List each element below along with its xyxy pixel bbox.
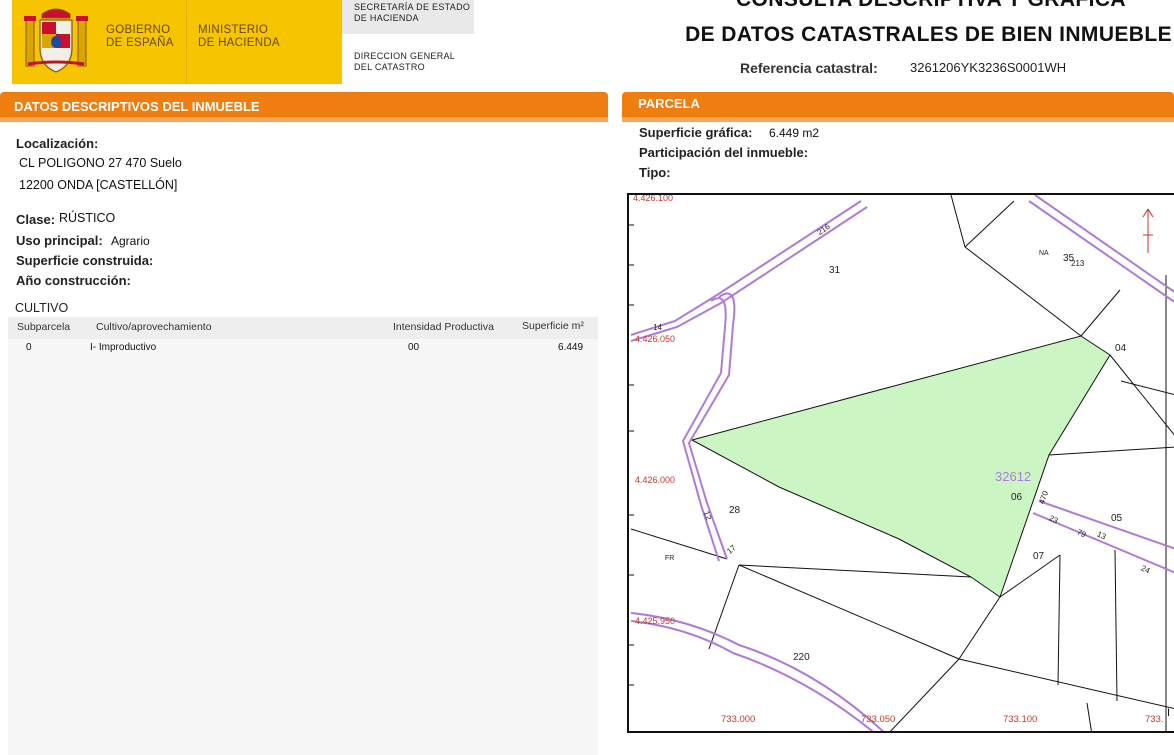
descriptivos-bar-shadow (0, 117, 608, 122)
parcel-number-31: 31 (829, 265, 841, 276)
y-coord-4426050: 4.426.050 (635, 334, 676, 344)
page-title-line2: DE DATOS CATASTRALES DE BIEN INMUEBLE (685, 23, 1172, 46)
direccion-line2: DEL CATASTRO (354, 62, 425, 72)
x-coord-733100: 733.100 (1003, 714, 1038, 725)
cell-cultivo: I- Improductivo (90, 342, 157, 353)
direccion-general-label: DIRECCION GENERAL DEL CATASTRO (354, 51, 455, 73)
ministerio-label: MINISTERIO DE HACIENDA (198, 24, 280, 50)
parcel-number-06: 06 (1011, 492, 1023, 503)
parcel-number-213: 213 (1071, 259, 1085, 268)
cell-intensidad: 00 (408, 342, 420, 353)
referencia-value: 3261206YK3236S0001WH (910, 60, 1067, 75)
col-subparcela: Subparcela (17, 321, 71, 333)
ministerio-line2: DE HACIENDA (198, 37, 280, 49)
logo-separator (186, 0, 187, 84)
col-cultivo: Cultivo/aprovechamiento (96, 321, 212, 333)
ministerio-line1: MINISTERIO (198, 24, 269, 36)
parcel-id-label: 32612 (995, 469, 1032, 484)
parcel-polygon[interactable] (690, 335, 1111, 598)
localizacion-label: Localización: (16, 136, 99, 151)
tipo-label: Tipo: (639, 165, 671, 180)
ano-construccion-label: Año construcción: (16, 273, 131, 288)
descriptivos-section-title: DATOS DESCRIPTIVOS DEL INMUEBLE (14, 99, 260, 114)
x-coord-733050: 733.050 (861, 714, 896, 725)
cultivo-panel (8, 317, 598, 755)
participacion-label: Participación del inmueble: (639, 145, 809, 160)
cultivo-title: CULTIVO (15, 301, 69, 315)
parcel-number-04: 04 (1115, 343, 1127, 354)
table-row: 0 I- Improductivo 00 6.449 (8, 339, 598, 359)
y-ticks (629, 224, 634, 686)
code-na: NA (1039, 250, 1049, 257)
gobierno-label: GOBIERNO DE ESPAÑA (106, 24, 174, 50)
y-coord-4425950: 4.425.950 (635, 616, 676, 626)
localizacion-line2: 12200 ONDA [CASTELLÓN] (19, 178, 178, 192)
page-title-line1: CONSULTA DESCRIPTIVA Y GRÁFICA (736, 0, 1126, 12)
edge-number-14: 14 (653, 323, 662, 332)
map-drawing (629, 195, 1174, 731)
secretaria-line2: DE HACIENDA (354, 13, 419, 23)
cell-subparcela: 0 (26, 342, 32, 353)
cadastral-map[interactable]: 32612 4.426.100 4.426.050 4.426.000 4.42… (627, 193, 1174, 733)
code-fr: FR (665, 555, 675, 562)
superficie-construida-label: Superficie construida: (16, 253, 154, 268)
gobierno-line2: DE ESPAÑA (106, 37, 174, 49)
north-arrow-icon (1142, 208, 1154, 253)
frame-corner-label: I (1167, 707, 1171, 719)
gobierno-line1: GOBIERNO (106, 24, 171, 36)
parcela-section-title: PARCELA (638, 96, 700, 111)
localizacion-line1: CL POLIGONO 27 470 Suelo (19, 156, 182, 170)
uso-principal-label: Uso principal: (16, 233, 103, 248)
coat-of-arms-icon (24, 8, 88, 73)
clase-value: RÚSTICO (59, 211, 116, 225)
secretaria-label: SECRETARÍA DE ESTADO DE HACIENDA (354, 2, 470, 24)
secretaria-line1: SECRETARÍA DE ESTADO (354, 2, 471, 12)
superficie-grafica-value: 6.449 m2 (769, 126, 820, 140)
parcela-bar-shadow (622, 117, 1174, 122)
parcel-number-28: 28 (729, 505, 741, 516)
col-superficie: Superficie m² (522, 320, 584, 332)
uso-principal-value: Agrario (111, 234, 150, 248)
referencia-label: Referencia catastral: (740, 60, 878, 76)
x-coord-733-partial: 733. (1145, 714, 1164, 725)
y-coord-4426000: 4.426.000 (635, 475, 676, 485)
parcel-number-07: 07 (1033, 551, 1045, 562)
x-coord-733000: 733.000 (721, 714, 756, 725)
direccion-line1: DIRECCION GENERAL (354, 51, 456, 61)
parcel-number-220: 220 (793, 652, 810, 663)
clase-label: Clase: (16, 212, 56, 227)
superficie-grafica-label: Superficie gráfica: (639, 125, 753, 140)
y-coord-4426100: 4.426.100 (633, 193, 674, 203)
col-intensidad: Intensidad Productiva (393, 321, 494, 333)
parcel-number-05: 05 (1111, 513, 1123, 524)
cell-superficie: 6.449 (558, 342, 584, 353)
